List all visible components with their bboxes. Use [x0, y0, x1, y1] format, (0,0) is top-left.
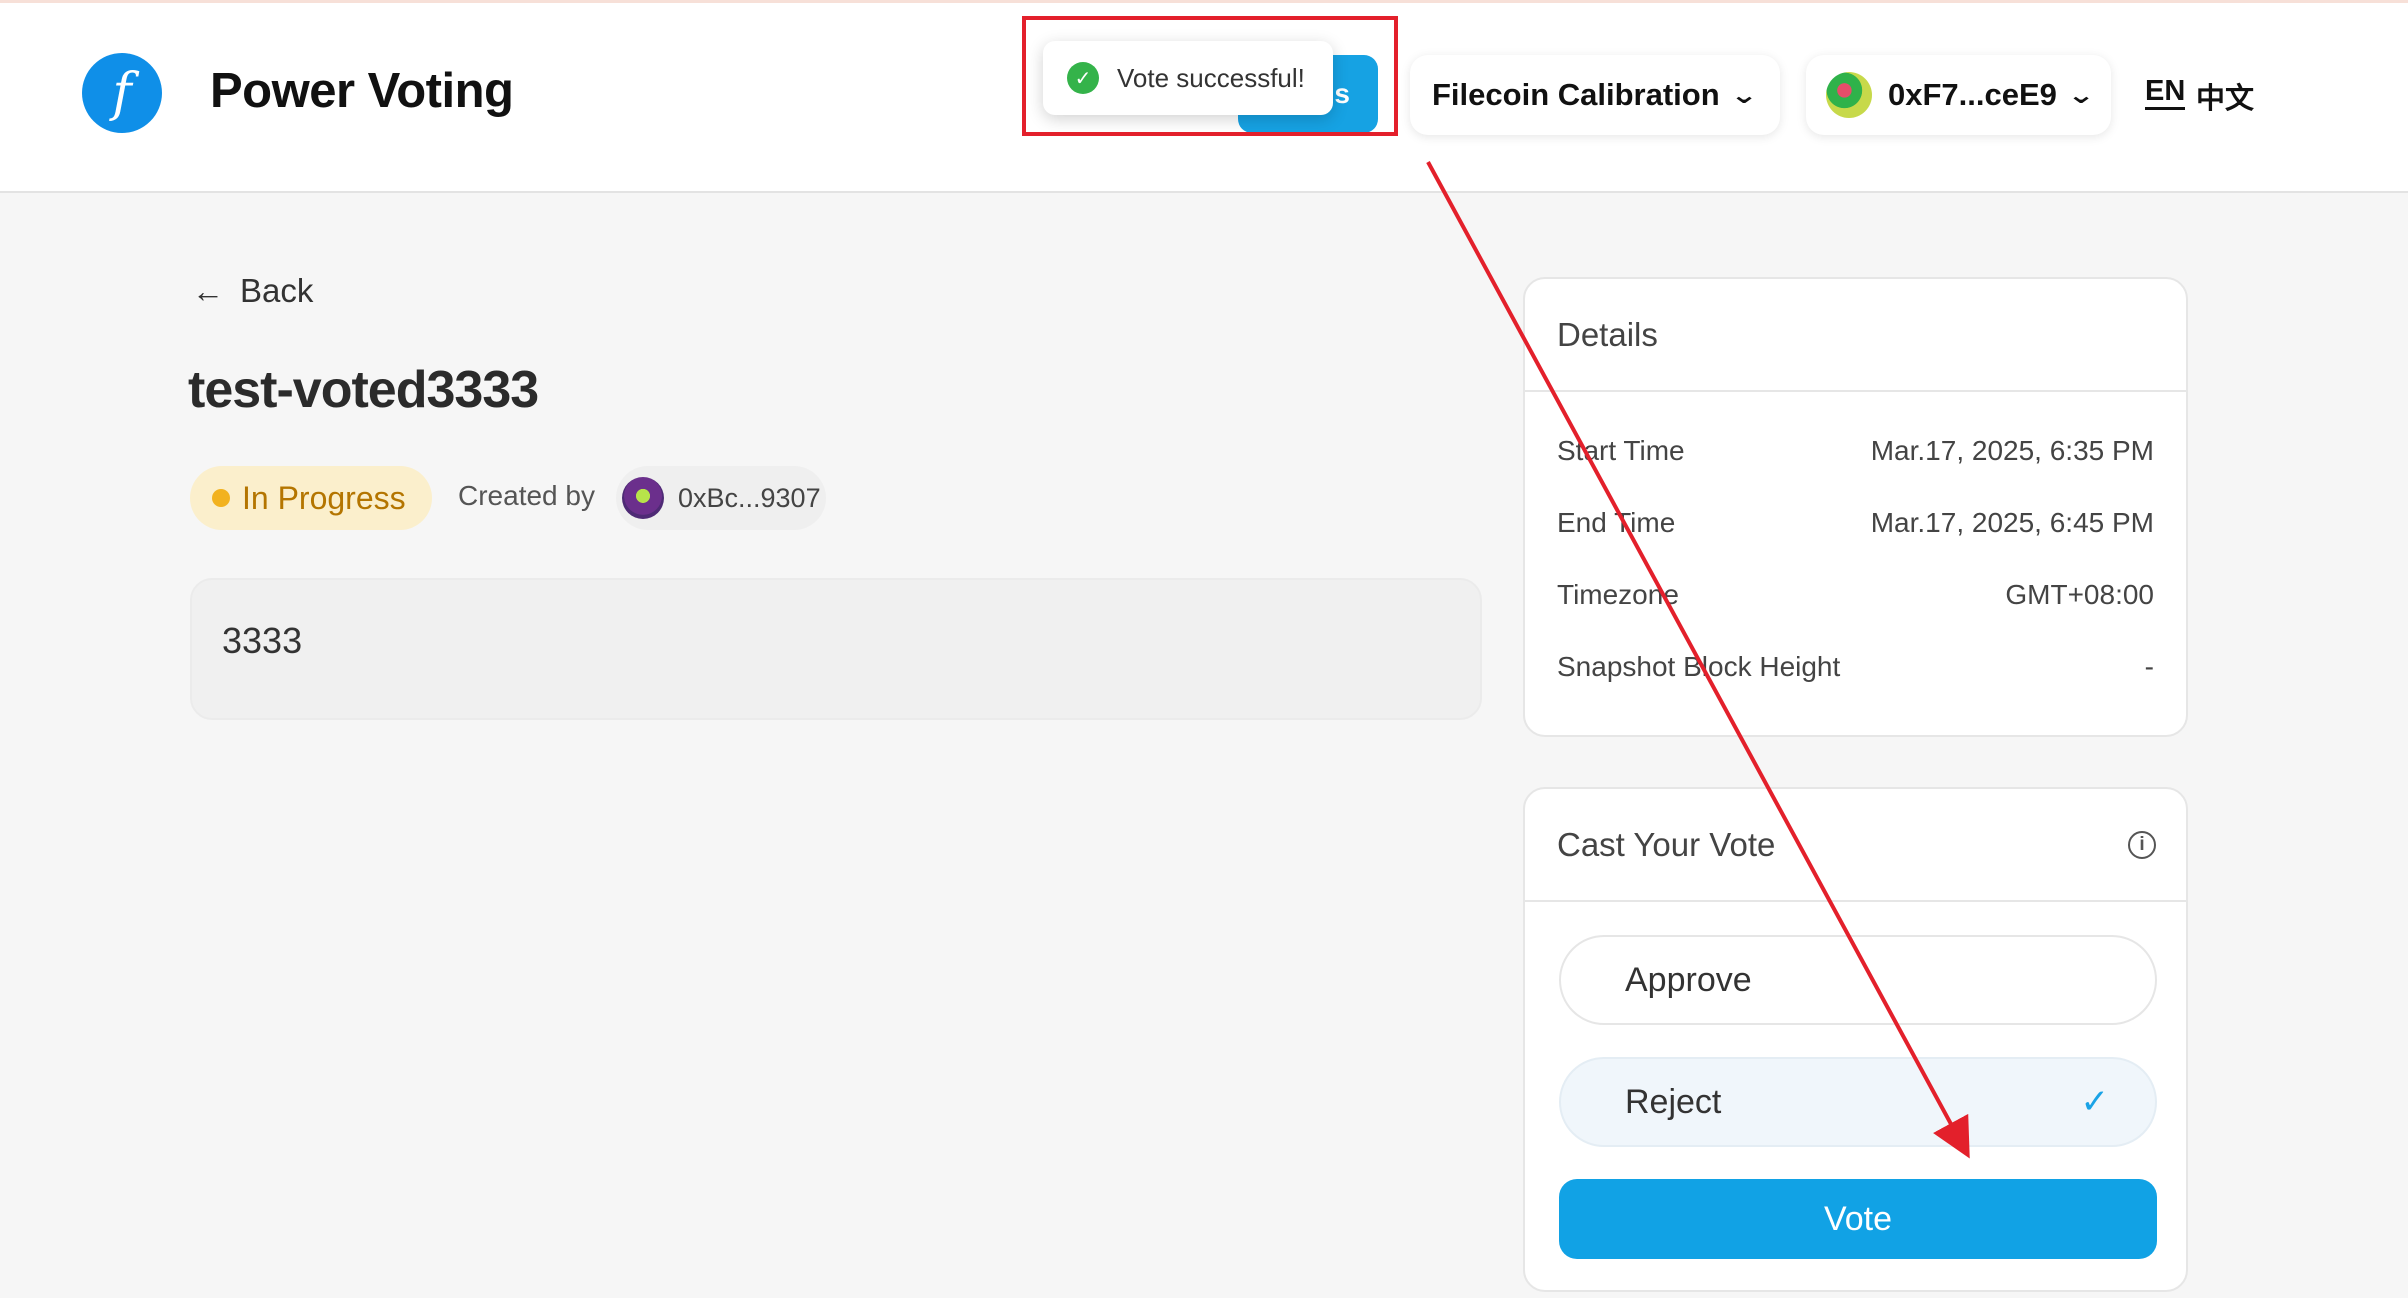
status-badge: In Progress: [190, 466, 432, 530]
detail-row-end-time: End Time Mar.17, 2025, 6:45 PM: [1557, 507, 2154, 539]
cast-vote-heading-label: Cast Your Vote: [1557, 825, 1776, 863]
arrow-left-icon: ←: [192, 272, 224, 309]
details-heading: Details: [1525, 279, 2186, 392]
detail-label: Timezone: [1557, 579, 1679, 610]
back-label: Back: [240, 272, 314, 309]
detail-row-timezone: Timezone GMT+08:00: [1557, 579, 2154, 611]
wallet-avatar: [1826, 72, 1872, 118]
lang-zh-toggle[interactable]: 中文: [2196, 75, 2254, 117]
network-selector[interactable]: Filecoin Calibration ⌄: [1410, 55, 1780, 135]
lang-en-toggle[interactable]: EN: [2145, 75, 2186, 110]
detail-value: GMT+08:00: [2005, 579, 2154, 610]
avatar: [622, 477, 664, 519]
filecoin-logo-icon[interactable]: f: [82, 53, 162, 133]
details-card: Details Start Time Mar.17, 2025, 6:35 PM…: [1523, 277, 2188, 737]
option-label: Approve: [1625, 960, 1752, 999]
detail-label: Start Time: [1557, 435, 1685, 466]
detail-row-snapshot-block-height: Snapshot Block Height -: [1557, 651, 2154, 683]
vote-option-reject[interactable]: Reject ✓: [1559, 1057, 2157, 1147]
vote-button[interactable]: Vote: [1559, 1179, 2157, 1259]
option-label: Reject: [1625, 1082, 1722, 1121]
wallet-address: 0xF7...ceE9: [1888, 77, 2057, 112]
info-icon[interactable]: i: [2128, 830, 2156, 859]
detail-value: -: [2144, 651, 2154, 682]
status-label: In Progress: [242, 479, 406, 516]
detail-row-start-time: Start Time Mar.17, 2025, 6:35 PM: [1557, 435, 2154, 467]
status-dot-icon: [212, 489, 230, 507]
detail-label: End Time: [1557, 507, 1676, 538]
creator-chip[interactable]: 0xBc...9307: [616, 466, 826, 530]
wallet-selector[interactable]: 0xF7...ceE9 ⌄: [1806, 55, 2111, 135]
chevron-down-icon: ⌄: [2066, 81, 2096, 109]
detail-label: Snapshot Block Height: [1557, 651, 1841, 682]
created-by-label: Created by: [458, 480, 595, 511]
creator-address: 0xBc...9307: [678, 482, 821, 513]
proposal-description: 3333: [190, 578, 1482, 720]
annotation-highlight-box: [1022, 16, 1398, 136]
chevron-down-icon: ⌄: [1729, 81, 1758, 109]
vote-option-approve[interactable]: Approve: [1559, 935, 2157, 1025]
cast-vote-heading: Cast Your Vote i: [1525, 789, 2186, 902]
details-heading-label: Details: [1557, 315, 1658, 353]
app-title[interactable]: Power Voting: [210, 63, 514, 119]
network-label: Filecoin Calibration: [1432, 77, 1720, 112]
back-link[interactable]: ← Back: [192, 272, 313, 310]
proposal-title: test-voted3333: [188, 361, 539, 419]
vote-button-label: Vote: [1823, 1199, 1893, 1238]
top-header: f Power Voting s ✓ Vote successful! File…: [0, 0, 2408, 193]
checkmark-icon: ✓: [2080, 1083, 2110, 1121]
detail-value: Mar.17, 2025, 6:35 PM: [1870, 435, 2154, 466]
detail-value: Mar.17, 2025, 6:45 PM: [1870, 507, 2154, 538]
cast-vote-card: Cast Your Vote i Approve Reject ✓ Vote: [1523, 787, 2188, 1292]
description-text: 3333: [222, 620, 303, 661]
